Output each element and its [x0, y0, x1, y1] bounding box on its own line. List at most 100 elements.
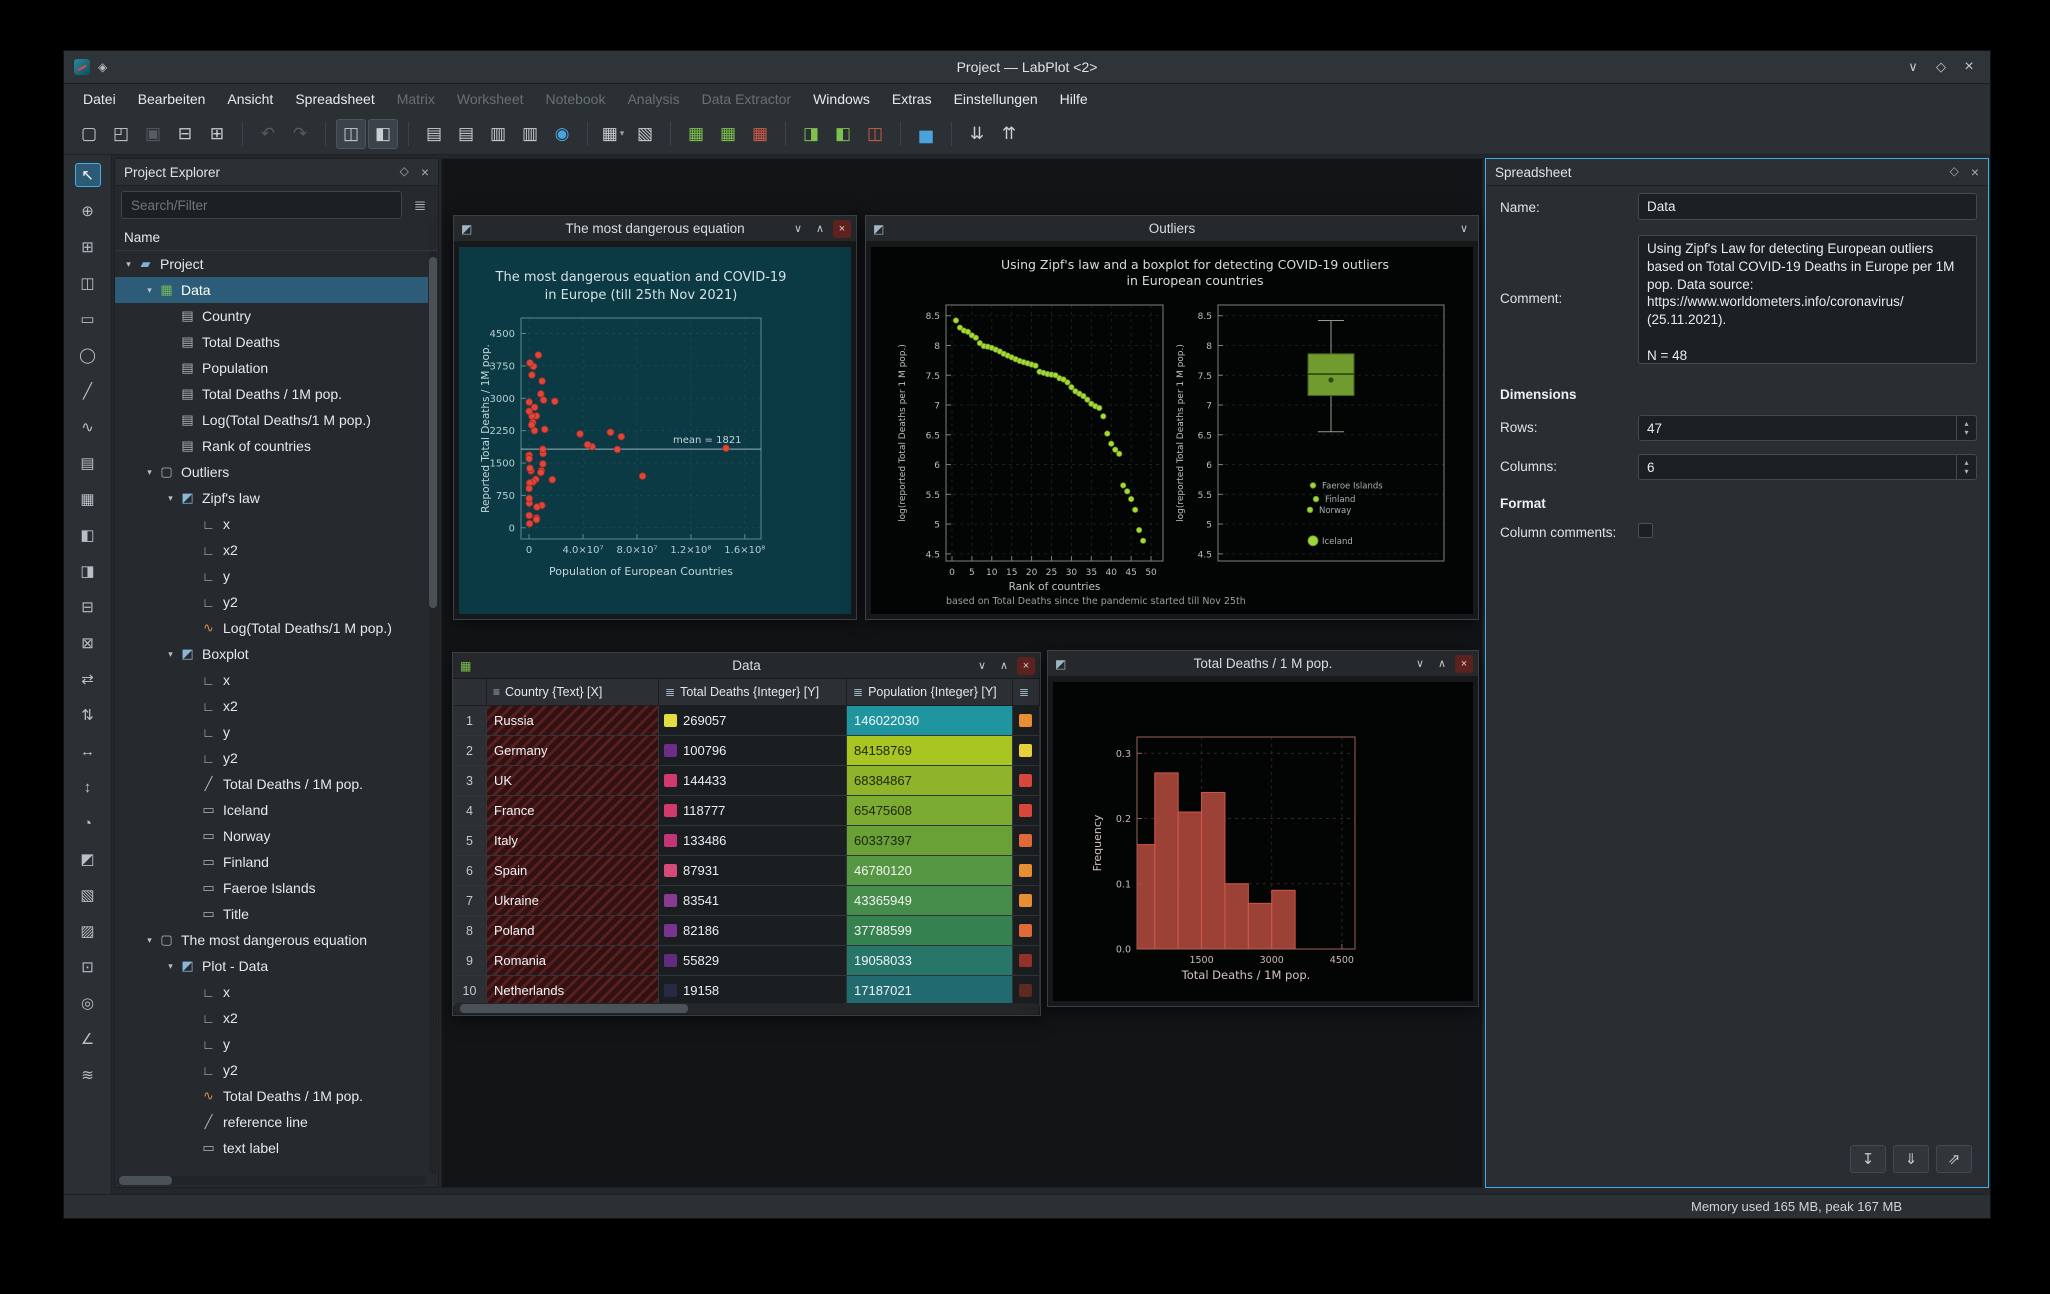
table-row-uk[interactable]: 3 UK 144433 68384867 — [453, 766, 1040, 796]
tree-item-total-deaths-1m-pop[interactable]: ▤ Total Deaths / 1M pop. — [115, 381, 428, 407]
left-tool-20-icon[interactable]: ◩ — [75, 847, 101, 871]
country-cell[interactable]: Romania — [487, 946, 659, 975]
tree-item-log-total-deaths-1-m-pop[interactable]: ∿ Log(Total Deaths/1 M pop.) — [115, 615, 428, 641]
print-icon[interactable]: ⊟ — [170, 119, 200, 149]
tree-item-total-deaths-1m-pop[interactable]: ∿ Total Deaths / 1M pop. — [115, 1083, 428, 1109]
comment-input[interactable]: Using Zipf's Law for detecting European … — [1638, 235, 1977, 364]
tree-item-total-deaths[interactable]: ▤ Total Deaths — [115, 329, 428, 355]
menu-datei[interactable]: Datei — [72, 87, 127, 111]
table-row-ukraine[interactable]: 7 Ukraine 83541 43365949 — [453, 886, 1040, 916]
total-deaths-cell[interactable]: 100796 — [659, 736, 847, 765]
total-deaths-cell[interactable]: 144433 — [659, 766, 847, 795]
menu-spreadsheet[interactable]: Spreadsheet — [284, 87, 385, 111]
columns-step-down-icon[interactable]: ▾ — [1964, 467, 1968, 476]
shade-button[interactable]: ∨ — [789, 220, 807, 238]
tree-item-finland[interactable]: ▭ Finland — [115, 849, 428, 875]
tree-item-x2[interactable]: ∟ x2 — [115, 537, 428, 563]
population-cell[interactable]: 146022030 — [847, 706, 1013, 735]
left-tool-8-icon[interactable]: ∿ — [75, 415, 101, 439]
menu-einstellungen[interactable]: Einstellungen — [943, 87, 1049, 111]
open-project-icon[interactable]: ◰ — [106, 119, 136, 149]
left-tool-11-icon[interactable]: ◧ — [75, 523, 101, 547]
new-spreadsheet-icon[interactable]: ▦ ▾ — [598, 119, 628, 149]
country-cell[interactable]: France — [487, 796, 659, 825]
tree-item-norway[interactable]: ▭ Norway — [115, 823, 428, 849]
tree-item-y2[interactable]: ∟ y2 — [115, 745, 428, 771]
left-tool-26-icon[interactable]: ≋ — [75, 1063, 101, 1087]
expander-icon[interactable]: ▾ — [142, 285, 157, 296]
tree-item-x[interactable]: ∟ x — [115, 979, 428, 1005]
restore-button[interactable]: ∧ — [811, 220, 829, 238]
export-button[interactable]: ↧ — [1850, 1145, 1886, 1173]
insert-column-left-icon[interactable]: ▥ — [483, 119, 513, 149]
delete-columns-icon[interactable]: ◫ — [860, 119, 890, 149]
tree-item-the-most-dangerous-equation[interactable]: ▾ ▢ The most dangerous equation — [115, 927, 428, 953]
menu-bearbeiten[interactable]: Bearbeiten — [127, 87, 217, 111]
country-cell[interactable]: Russia — [487, 706, 659, 735]
total-deaths-cell[interactable]: 83541 — [659, 886, 847, 915]
left-tool-21-icon[interactable]: ▧ — [75, 883, 101, 907]
undo-icon[interactable]: ↶ — [253, 119, 283, 149]
expander-icon[interactable]: ▾ — [163, 961, 178, 972]
left-tool-10-icon[interactable]: ▦ — [75, 487, 101, 511]
plot-data-icon[interactable]: ▅ — [911, 119, 941, 149]
search-input[interactable] — [121, 191, 402, 219]
left-tool-16-icon[interactable]: ⇅ — [75, 703, 101, 727]
tree-item-y[interactable]: ∟ y — [115, 719, 428, 745]
add-column-left-icon[interactable]: ◨ — [796, 119, 826, 149]
tree-item-text-label[interactable]: ▭ text label — [115, 1135, 428, 1161]
expander-icon[interactable]: ▾ — [163, 649, 178, 660]
table-row-france[interactable]: 4 France 118777 65475608 — [453, 796, 1040, 826]
extra-column-cell[interactable] — [1013, 916, 1040, 945]
extra-column-cell[interactable] — [1013, 736, 1040, 765]
filter-icon[interactable]: ≣ — [408, 196, 432, 214]
sort-ascending-icon[interactable]: ⇈ — [994, 119, 1024, 149]
tree-item-reference-line[interactable]: ╱ reference line — [115, 1109, 428, 1135]
left-tool-24-icon[interactable]: ◎ — [75, 991, 101, 1015]
left-tool-19-icon[interactable]: ◔ — [75, 811, 101, 835]
left-tool-18-icon[interactable]: ↕ — [75, 775, 101, 799]
left-tool-25-icon[interactable]: ∠ — [75, 1027, 101, 1051]
close-window-button[interactable]: × — [1455, 654, 1473, 673]
tree-item-rank-of-countries[interactable]: ▤ Rank of countries — [115, 433, 428, 459]
extra-column-cell[interactable] — [1013, 796, 1040, 825]
menu-extras[interactable]: Extras — [881, 87, 943, 111]
insert-row-above-icon[interactable]: ▤ — [419, 119, 449, 149]
menu-ansicht[interactable]: Ansicht — [216, 87, 284, 111]
shade-button[interactable]: ∨ — [973, 657, 991, 675]
save-button[interactable]: ⇓ — [1893, 1145, 1929, 1173]
tabbed-view-icon[interactable]: ◧ — [368, 118, 398, 149]
tree-item-iceland[interactable]: ▭ Iceland — [115, 797, 428, 823]
extra-column-cell[interactable] — [1013, 826, 1040, 855]
total-deaths-cell[interactable]: 87931 — [659, 856, 847, 885]
window-titlebar[interactable]: ▦ Data ∨ ∧ × — [453, 653, 1040, 679]
total-deaths-cell[interactable]: 133486 — [659, 826, 847, 855]
maximize-button[interactable]: ◇ — [1930, 56, 1952, 78]
country-cell[interactable]: UK — [487, 766, 659, 795]
population-cell[interactable]: 37788599 — [847, 916, 1013, 945]
tree-item-faeroe-islands[interactable]: ▭ Faeroe Islands — [115, 875, 428, 901]
rows-step-up-icon[interactable]: ▴ — [1964, 419, 1968, 428]
tree-item-y[interactable]: ∟ y — [115, 1031, 428, 1057]
population-cell[interactable]: 46780120 — [847, 856, 1013, 885]
window-titlebar[interactable]: ◩ Outliers ∨ — [866, 216, 1478, 242]
tree-item-title[interactable]: ▭ Title — [115, 901, 428, 927]
insert-row-below-icon[interactable]: ▤ — [451, 119, 481, 149]
population-cell[interactable]: 43365949 — [847, 886, 1013, 915]
extra-column-cell[interactable] — [1013, 706, 1040, 735]
extra-column-cell[interactable] — [1013, 976, 1040, 1005]
float-panel-icon[interactable]: ◇ — [400, 164, 409, 180]
tree-item-plot-data[interactable]: ▾ ◩ Plot - Data — [115, 953, 428, 979]
select-tool-icon[interactable]: ↖ — [74, 163, 101, 187]
shade-button[interactable]: ∨ — [1411, 655, 1429, 673]
tree-item-x2[interactable]: ∟ x2 — [115, 1005, 428, 1031]
minimize-button[interactable]: ∨ — [1902, 56, 1924, 78]
population-cell[interactable]: 60337397 — [847, 826, 1013, 855]
add-row-icon[interactable]: ▦ — [681, 119, 711, 149]
menu-windows[interactable]: Windows — [802, 87, 881, 111]
table-row-romania[interactable]: 9 Romania 55829 19058033 — [453, 946, 1040, 976]
extra-column-cell[interactable] — [1013, 886, 1040, 915]
menu-notebook[interactable]: Notebook — [535, 87, 617, 111]
add-multiple-rows-icon[interactable]: ▦ — [713, 119, 743, 149]
country-cell[interactable]: Ukraine — [487, 886, 659, 915]
